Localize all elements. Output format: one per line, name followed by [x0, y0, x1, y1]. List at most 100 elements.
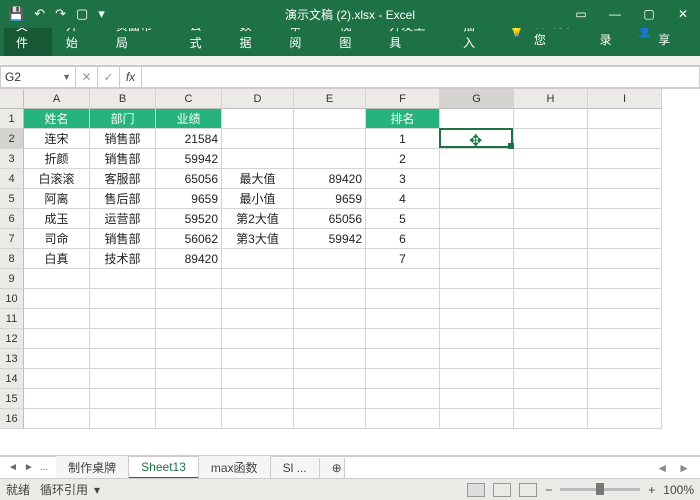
cell[interactable]: 最小值: [222, 189, 294, 209]
cell[interactable]: [366, 349, 440, 369]
cell[interactable]: [440, 149, 514, 169]
cell[interactable]: 89420: [294, 169, 366, 189]
cell[interactable]: [294, 129, 366, 149]
row-header[interactable]: 7: [0, 229, 24, 249]
col-header-I[interactable]: I: [588, 89, 662, 109]
cell[interactable]: [366, 369, 440, 389]
cell[interactable]: 59942: [294, 229, 366, 249]
cell[interactable]: 售后部: [90, 189, 156, 209]
cell[interactable]: [90, 369, 156, 389]
cell[interactable]: [514, 229, 588, 249]
cell[interactable]: 销售部: [90, 229, 156, 249]
col-header-F[interactable]: F: [366, 89, 440, 109]
hscroll-left-icon[interactable]: ◄: [656, 461, 668, 475]
cell[interactable]: 连宋: [24, 129, 90, 149]
cell[interactable]: [588, 169, 662, 189]
cell[interactable]: [24, 289, 90, 309]
cell[interactable]: 客服部: [90, 169, 156, 189]
row-header[interactable]: 8: [0, 249, 24, 269]
cell[interactable]: [222, 409, 294, 429]
cell[interactable]: [440, 229, 514, 249]
cell[interactable]: [514, 409, 588, 429]
cell[interactable]: [440, 189, 514, 209]
cell[interactable]: [514, 129, 588, 149]
cell[interactable]: [440, 409, 514, 429]
cell[interactable]: [90, 289, 156, 309]
cell[interactable]: [366, 269, 440, 289]
cell[interactable]: [294, 389, 366, 409]
cell[interactable]: [514, 309, 588, 329]
cell[interactable]: 59520: [156, 209, 222, 229]
cell[interactable]: 65056: [156, 169, 222, 189]
cell[interactable]: [294, 309, 366, 329]
col-header-D[interactable]: D: [222, 89, 294, 109]
cell[interactable]: [294, 349, 366, 369]
cancel-formula-icon[interactable]: ✕: [76, 66, 98, 88]
cell[interactable]: [24, 409, 90, 429]
cell[interactable]: [440, 129, 514, 149]
cell[interactable]: 第2大值: [222, 209, 294, 229]
cell[interactable]: [90, 269, 156, 289]
cell[interactable]: [294, 109, 366, 129]
tab-more-icon[interactable]: ...: [40, 462, 48, 473]
cell[interactable]: [440, 209, 514, 229]
cell[interactable]: [588, 249, 662, 269]
cell[interactable]: 第3大值: [222, 229, 294, 249]
cell[interactable]: 65056: [294, 209, 366, 229]
cell[interactable]: [514, 269, 588, 289]
cell[interactable]: 技术部: [90, 249, 156, 269]
cell[interactable]: 7: [366, 249, 440, 269]
row-header[interactable]: 5: [0, 189, 24, 209]
view-layout-icon[interactable]: [493, 483, 511, 497]
cell[interactable]: [366, 289, 440, 309]
cell[interactable]: [222, 329, 294, 349]
select-all-corner[interactable]: [0, 89, 24, 109]
cell[interactable]: [90, 389, 156, 409]
cell[interactable]: [24, 329, 90, 349]
cell[interactable]: [514, 249, 588, 269]
cell[interactable]: [440, 389, 514, 409]
cell[interactable]: [294, 149, 366, 169]
cell[interactable]: [222, 369, 294, 389]
row-header[interactable]: 10: [0, 289, 24, 309]
accept-formula-icon[interactable]: ✓: [98, 66, 120, 88]
status-dropdown-icon[interactable]: ▾: [94, 483, 100, 497]
row-header[interactable]: 16: [0, 409, 24, 429]
cell[interactable]: [156, 329, 222, 349]
row-header[interactable]: 14: [0, 369, 24, 389]
cell[interactable]: [156, 389, 222, 409]
cell[interactable]: 最大值: [222, 169, 294, 189]
cell[interactable]: [588, 229, 662, 249]
row-header[interactable]: 6: [0, 209, 24, 229]
cell[interactable]: [514, 369, 588, 389]
cell[interactable]: [588, 149, 662, 169]
cell[interactable]: 业绩: [156, 109, 222, 129]
cell[interactable]: [588, 269, 662, 289]
cell[interactable]: 阿离: [24, 189, 90, 209]
row-header[interactable]: 2: [0, 129, 24, 149]
cell[interactable]: [440, 169, 514, 189]
cell[interactable]: [222, 389, 294, 409]
cell[interactable]: [24, 389, 90, 409]
cell[interactable]: 部门: [90, 109, 156, 129]
row-header[interactable]: 4: [0, 169, 24, 189]
cell[interactable]: [156, 289, 222, 309]
chevron-down-icon[interactable]: ▼: [62, 72, 71, 82]
cell[interactable]: 89420: [156, 249, 222, 269]
cell[interactable]: 59942: [156, 149, 222, 169]
cell[interactable]: [588, 309, 662, 329]
col-header-A[interactable]: A: [24, 89, 90, 109]
cell[interactable]: [222, 309, 294, 329]
cell[interactable]: 1: [366, 129, 440, 149]
zoom-level[interactable]: 100%: [663, 483, 694, 497]
cell[interactable]: [440, 309, 514, 329]
name-box[interactable]: G2▼: [0, 66, 76, 88]
cell[interactable]: [514, 109, 588, 129]
fx-icon[interactable]: fx: [120, 66, 142, 88]
tab-next-icon[interactable]: ►: [24, 462, 34, 473]
undo-icon[interactable]: ↶: [34, 6, 45, 22]
cell[interactable]: [366, 409, 440, 429]
cell[interactable]: [440, 269, 514, 289]
cell[interactable]: [222, 129, 294, 149]
sheet-tab-1[interactable]: 制作桌牌: [56, 456, 129, 479]
